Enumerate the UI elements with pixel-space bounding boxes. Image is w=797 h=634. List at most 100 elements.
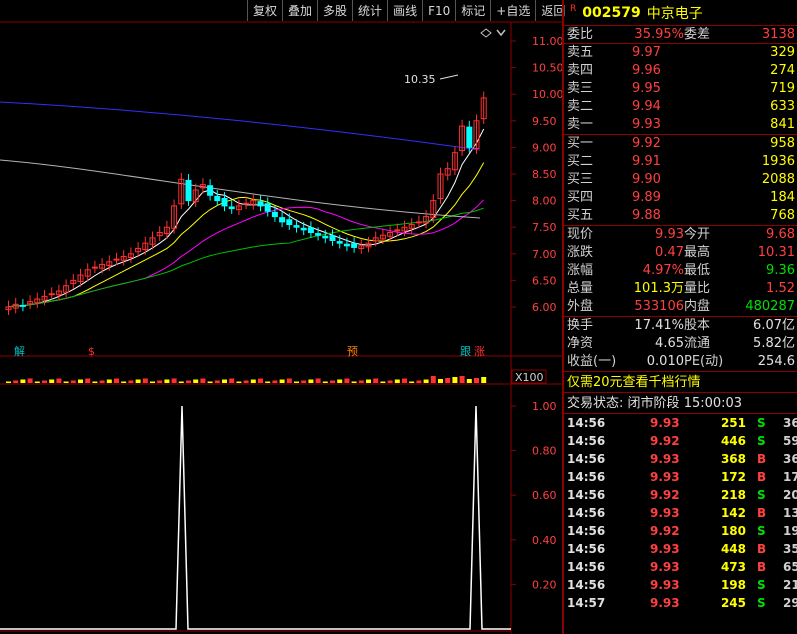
indicator-line [0, 405, 511, 630]
stat-row: 总量 101.3万 量比 1.52 [564, 280, 797, 298]
stat-row: 现价 9.93 今开 9.68 [564, 226, 797, 244]
stat-value: 1.52 [766, 281, 795, 296]
tick-time: 14:56 [567, 578, 606, 592]
toolbar-statistics-button[interactable]: 统计 [352, 0, 387, 21]
candle-body [315, 233, 322, 236]
stock-name[interactable]: 中京电子 [647, 3, 703, 23]
volume-bar [351, 381, 357, 383]
toolbar-draw-line-button[interactable]: 画线 [387, 0, 422, 21]
tick-direction: B [757, 452, 767, 466]
toolbar-fuquan-button[interactable]: 复权 [247, 0, 282, 21]
price-tick-label: 10.50 [532, 62, 562, 75]
volume-bar [142, 378, 148, 383]
stat-row: 外盘 533106 内盘 480287 [564, 298, 797, 316]
tick-row[interactable]: 14:56 9.92 180 S 19 [564, 522, 797, 540]
volume-bar [322, 381, 328, 383]
stat-value: 9.93 [655, 227, 684, 242]
tick-direction: B [757, 560, 767, 574]
volume-bar [380, 381, 386, 383]
ask-row[interactable]: 卖四 9.96 274 [564, 62, 797, 80]
tick-row[interactable]: 14:56 9.92 218 S 20 [564, 486, 797, 504]
volume-bar [286, 378, 292, 383]
toolbar-overlay-button[interactable]: 叠加 [282, 0, 317, 21]
candle-body [113, 258, 120, 261]
volume-bar [358, 380, 364, 383]
stat-label: 换手 [567, 318, 594, 333]
toolbar-mark-button[interactable]: 标记 [455, 0, 490, 21]
level-label: 买一 [567, 136, 594, 151]
volume-bar [63, 381, 69, 383]
level2-promo-link[interactable]: 仅需20元查看千档行情 [564, 372, 797, 393]
stat-value: 9.68 [766, 227, 795, 242]
price-tick-label: 7.00 [532, 248, 557, 261]
volume-bar [430, 376, 436, 383]
kline-chart[interactable]: X100 11.00 10.50 10.00 9.50 9.00 8.50 8.00 7.50… [0, 0, 562, 634]
tick-row[interactable]: 14:56 9.93 448 B 35 [564, 540, 797, 558]
indicator-tick-label: 0.60 [532, 489, 557, 502]
tick-list[interactable]: 14:56 9.93 251 S 36 14:56 9.92 446 S 59 14:56 9.93 3… [564, 414, 797, 612]
candlesticks[interactable] [5, 91, 487, 315]
tick-row[interactable]: 14:57 9.93 245 S 29 [564, 594, 797, 612]
stat-value: 5.82亿 [753, 336, 795, 351]
bid-row[interactable]: 买一 9.92 958 [564, 135, 797, 153]
event-marker: 预 [347, 345, 358, 358]
tick-time: 14:57 [567, 596, 606, 610]
tick-direction: S [757, 434, 766, 448]
kline-chart-area[interactable]: X100 11.00 10.50 10.00 9.50 9.00 8.50 8.00 7.50… [0, 0, 565, 634]
tick-row[interactable]: 14:56 9.92 446 S 59 [564, 432, 797, 450]
chart-toolbar: 复权 叠加 多股 统计 画线 F10 标记 +自选 返回 [247, 0, 570, 22]
tick-row[interactable]: 14:56 9.93 251 S 36 [564, 414, 797, 432]
tick-volume: 245 [720, 596, 746, 610]
stock-code[interactable]: 002579 [582, 5, 640, 21]
tick-row[interactable]: 14:56 9.93 172 B 17 [564, 468, 797, 486]
level-label: 买三 [567, 172, 594, 187]
diamond-icon[interactable] [480, 28, 492, 38]
level-label: 卖三 [567, 81, 594, 96]
volume-bar [416, 380, 422, 383]
stat-row: 收益(一) 0.010 PE(动) 254.6 [564, 353, 797, 371]
tick-price: 9.93 [650, 578, 680, 592]
volume-bar [344, 378, 350, 383]
volume-bar [85, 378, 91, 383]
candle-body [221, 197, 228, 207]
volume-bar [150, 381, 155, 383]
tick-row[interactable]: 14:56 9.93 142 B 13 [564, 504, 797, 522]
indicator-tick-label: 0.20 [532, 578, 557, 591]
chevron-down-icon[interactable] [496, 29, 506, 37]
stat-value: 0.47 [655, 245, 684, 260]
ask-row[interactable]: 卖三 9.95 719 [564, 80, 797, 98]
tick-time: 14:56 [567, 434, 606, 448]
ask-row[interactable]: 卖二 9.94 633 [564, 98, 797, 116]
volume-bar [106, 379, 112, 383]
toolbar-add-watchlist-button[interactable]: +自选 [490, 0, 535, 21]
tick-volume: 172 [720, 470, 746, 484]
candle-body [415, 221, 422, 224]
tick-row[interactable]: 14:56 9.93 198 S 21 [564, 576, 797, 594]
candle-body [271, 211, 278, 218]
toolbar-multi-stock-button[interactable]: 多股 [317, 0, 352, 21]
volume-bar [337, 379, 343, 383]
stat-label: 今开 [684, 227, 711, 242]
tick-row[interactable]: 14:56 9.93 368 B 36 [564, 450, 797, 468]
price-tick-label: 11.00 [532, 35, 562, 48]
order-ratio-row: 委比 35.95% 委差 3138 [564, 26, 797, 44]
bid-levels: 买一 9.92 958 买二 9.91 1936 买三 9.90 2088 买四 9.89 184 买五… [564, 135, 797, 226]
level-label: 买五 [567, 208, 594, 223]
bid-row[interactable]: 买四 9.89 184 [564, 189, 797, 207]
volume-bar [474, 378, 479, 383]
bid-row[interactable]: 买二 9.91 1936 [564, 153, 797, 171]
tick-price: 9.93 [650, 416, 680, 430]
bid-row[interactable]: 买五 9.88 768 [564, 207, 797, 225]
ask-row[interactable]: 卖五 9.97 329 [564, 44, 797, 62]
tick-price: 9.92 [650, 434, 680, 448]
bid-row[interactable]: 买三 9.90 2088 [564, 171, 797, 189]
tick-count: 13 [783, 506, 797, 520]
price-tick-label: 10.00 [532, 88, 562, 101]
volume-bar [13, 380, 19, 383]
tick-time: 14:56 [567, 560, 606, 574]
level-price: 9.88 [632, 208, 661, 223]
ask-row[interactable]: 卖一 9.93 841 [564, 116, 797, 134]
ma-year-line [0, 101, 481, 151]
toolbar-f10-button[interactable]: F10 [422, 0, 455, 21]
tick-row[interactable]: 14:56 9.93 473 B 65 [564, 558, 797, 576]
